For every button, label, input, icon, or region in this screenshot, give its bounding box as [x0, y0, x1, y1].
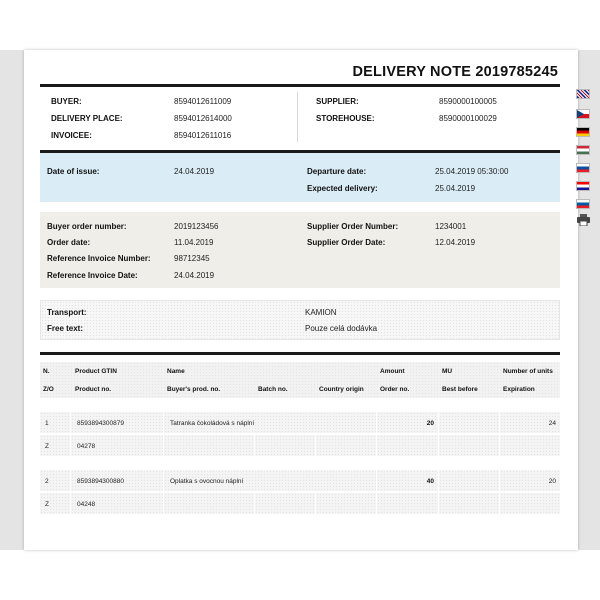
supplier-order-date-label: Supplier Order Date:	[307, 238, 386, 247]
buyer-order-label: Buyer order number:	[47, 222, 127, 231]
order-date-label: Order date:	[47, 238, 91, 247]
col-country-origin: Country origin	[319, 386, 364, 393]
col-expiration: Expiration	[503, 386, 535, 393]
flag-cz-icon[interactable]	[576, 109, 590, 119]
item-gtin: 8593894300880	[77, 478, 124, 485]
order-date-value: 11.04.2019	[174, 238, 214, 247]
delivery-note-page: DELIVERY NOTE 2019785245 BUYER: 85940126…	[24, 50, 578, 550]
expected-delivery-value: 25.04.2019	[435, 184, 476, 193]
item-amount: 40	[426, 478, 434, 485]
table-cell	[377, 493, 438, 514]
col-buyer-prod-no: Buyer's prod. no.	[167, 386, 221, 393]
transport-label: Transport:	[47, 308, 87, 317]
transport-section	[40, 300, 560, 340]
item-units: 20	[548, 478, 556, 485]
table-cell	[316, 435, 376, 456]
table-cell	[439, 435, 499, 456]
table-cell	[500, 493, 560, 514]
flag-sk-icon[interactable]	[576, 163, 590, 173]
invoicee-label: INVOICEE:	[51, 131, 92, 140]
buyer-order-value: 2019123456	[174, 222, 219, 231]
item-number: 2	[45, 478, 49, 485]
table-cell	[316, 493, 376, 514]
col-n: N.	[43, 368, 50, 375]
items-table-header	[40, 362, 560, 398]
col-mu: MU	[442, 368, 453, 375]
free-text-label: Free text:	[47, 324, 84, 333]
buyer-label: BUYER:	[51, 97, 82, 106]
supplier-order-date-value: 12.04.2019	[435, 238, 476, 247]
page-title: DELIVERY NOTE 2019785245	[352, 64, 558, 80]
title-rule	[40, 84, 560, 87]
dates-section	[40, 153, 560, 202]
col-best-before: Best before	[442, 386, 478, 393]
print-icon[interactable]	[577, 214, 590, 226]
invoicee-value: 8594012611016	[174, 131, 232, 140]
item-zo: Z	[45, 443, 49, 450]
ref-invoice-label: Reference Invoice Number:	[47, 254, 151, 263]
transport-value: KAMION	[305, 308, 337, 317]
storehouse-label: STOREHOUSE:	[316, 114, 375, 123]
table-cell	[164, 493, 254, 514]
supplier-label: SUPPLIER:	[316, 97, 359, 106]
storehouse-value: 8590000100029	[439, 114, 497, 123]
supplier-value: 8590000100005	[439, 97, 497, 106]
flag-hr-icon[interactable]	[576, 181, 590, 191]
item-name: Tatranka čokoládová s náplní	[170, 420, 255, 427]
issue-date-label: Date of issue:	[47, 167, 100, 176]
col-order-no: Order no.	[380, 386, 410, 393]
col-amount: Amount	[380, 368, 405, 375]
delivery-place-value: 8594012614000	[174, 114, 232, 123]
table-cell	[255, 493, 315, 514]
col-name: Name	[167, 368, 185, 375]
table-cell	[500, 435, 560, 456]
table-cell	[164, 435, 254, 456]
flag-de-icon[interactable]	[576, 127, 590, 137]
ref-invoice-date-label: Reference Invoice Date:	[47, 271, 138, 280]
col-product-no: Product no.	[75, 386, 112, 393]
table-cell	[439, 470, 499, 491]
item-zo: Z	[45, 501, 49, 508]
supplier-order-label: Supplier Order Number:	[307, 222, 399, 231]
ref-invoice-value: 98712345	[174, 254, 210, 263]
table-cell	[255, 435, 315, 456]
issue-date-value: 24.04.2019	[174, 167, 215, 176]
item-product-no: 04278	[77, 443, 96, 450]
free-text-value: Pouze celá dodávka	[305, 324, 378, 333]
col-number-of-units: Number of units	[503, 368, 553, 375]
item-amount: 20	[426, 420, 434, 427]
buyer-value: 8594012611009	[174, 97, 232, 106]
table-cell	[377, 435, 438, 456]
ref-invoice-date-value: 24.04.2019	[174, 271, 215, 280]
col-product-gtin: Product GTIN	[75, 368, 117, 375]
table-cell	[439, 493, 499, 514]
flag-si-icon[interactable]	[576, 199, 590, 209]
col-zo: Z/O	[43, 386, 54, 393]
item-product-no: 04248	[77, 501, 96, 508]
departure-date-label: Departure date:	[307, 167, 367, 176]
departure-date-value: 25.04.2019 05:30:00	[435, 167, 509, 176]
supplier-order-value: 1234001	[435, 222, 467, 231]
expected-delivery-label: Expected delivery:	[307, 184, 378, 193]
item-name: Oplatka s ovocnou náplní	[170, 478, 244, 485]
item-gtin: 8593894300879	[77, 420, 124, 427]
table-cell	[439, 412, 499, 433]
flag-hu-icon[interactable]	[576, 145, 590, 155]
parties-divider	[297, 92, 298, 142]
delivery-place-label: DELIVERY PLACE:	[51, 114, 123, 123]
item-units: 24	[548, 420, 556, 427]
item-number: 1	[45, 420, 49, 427]
flag-en-icon[interactable]	[576, 89, 590, 99]
table-rule	[40, 352, 560, 355]
col-batch-no: Batch no.	[258, 386, 288, 393]
